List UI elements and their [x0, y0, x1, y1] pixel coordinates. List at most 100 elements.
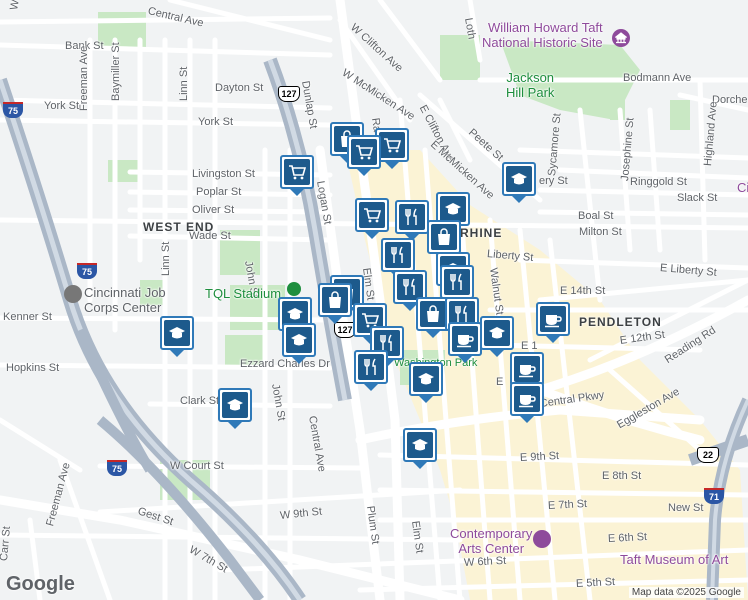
- shopping-cart-icon: [384, 138, 401, 153]
- shopping-pin[interactable]: [318, 283, 352, 324]
- poi-label: National Historic Site: [482, 35, 603, 50]
- restaurant-pin[interactable]: [440, 265, 474, 306]
- google-logo: Google: [6, 573, 75, 595]
- fork-knife-icon: [403, 278, 415, 295]
- street-label: New St: [668, 502, 704, 514]
- shopping-pin[interactable]: [427, 220, 461, 261]
- landmark-icon[interactable]: [612, 29, 630, 47]
- poi-contemporary-arts-center[interactable]: Contemporary Arts Center: [450, 526, 532, 556]
- us-22-shield: 22: [697, 447, 719, 463]
- graduation-cap-icon: [489, 327, 505, 339]
- fork-knife-icon: [455, 305, 467, 322]
- street-label: E 7th St: [547, 497, 588, 512]
- interstate-75-shield: 75: [77, 263, 97, 279]
- street-label: York St: [198, 116, 234, 128]
- neighborhood-label: WEST END: [143, 220, 215, 234]
- street-label: Linn St: [160, 241, 172, 276]
- coffee-cup-icon: [545, 315, 562, 328]
- grocery-pin[interactable]: [347, 135, 381, 176]
- street-label: Linn St: [178, 66, 190, 101]
- street-label: Kenner St: [3, 311, 52, 323]
- street-label: E 1: [521, 340, 538, 352]
- poi-taft-museum[interactable]: Taft Museum of Art: [620, 552, 728, 567]
- graduation-cap-icon: [445, 203, 461, 215]
- street-label: Poplar St: [196, 186, 242, 198]
- restaurant-pin[interactable]: [354, 350, 388, 391]
- street-label: Milton St: [579, 226, 622, 238]
- graduation-cap-icon: [287, 308, 303, 320]
- restaurant-pin[interactable]: [381, 238, 415, 279]
- grocery-pin[interactable]: [280, 155, 314, 196]
- poi-label: Jackson: [506, 70, 555, 85]
- fork-knife-icon: [450, 273, 462, 290]
- fork-knife-icon: [364, 358, 376, 375]
- street-label: Baymiller St: [110, 42, 122, 101]
- street-label: York St: [44, 100, 80, 112]
- street-label: Slack St: [677, 192, 718, 204]
- shopping-bag-icon: [329, 291, 341, 308]
- poi-taft-historic-site[interactable]: William Howard Taft National Historic Si…: [482, 20, 603, 50]
- poi-label: William Howard Taft: [488, 20, 603, 35]
- school-pin[interactable]: [282, 323, 316, 364]
- street-label: E 14th St: [560, 285, 606, 297]
- map-canvas[interactable]: 75 75 75 127 127 22 71 Central Ave Bank …: [0, 0, 748, 600]
- poi-tql-stadium[interactable]: TQL Stadium: [205, 286, 281, 301]
- shopping-cart-icon: [289, 165, 306, 180]
- school-pin[interactable]: [218, 388, 252, 429]
- street-label: Hopkins St: [6, 362, 60, 374]
- street-label: Freeman Ave: [78, 45, 90, 111]
- museum-icon[interactable]: [533, 530, 551, 548]
- poi-jackson-hill-park[interactable]: Jackson Hill Park: [506, 70, 554, 100]
- restaurant-pin[interactable]: [395, 200, 429, 241]
- poi-label: Cincinnati Job: [84, 285, 166, 300]
- graduation-cap-icon: [511, 173, 527, 185]
- graduation-cap-icon: [418, 373, 434, 385]
- shopping-bag-icon: [438, 228, 450, 245]
- street-label: Livingston St: [192, 168, 255, 180]
- fork-knife-icon: [391, 246, 403, 263]
- interstate-75-shield: 75: [107, 460, 127, 476]
- street-label: W Court St: [170, 460, 224, 472]
- shopping-bag-icon: [427, 305, 439, 322]
- map-attribution[interactable]: Map data ©2025 Google: [628, 587, 744, 598]
- poi-edge-label[interactable]: Ci: [737, 180, 748, 195]
- graduation-cap-icon: [291, 334, 307, 346]
- cafe-pin[interactable]: [510, 382, 544, 423]
- shopping-cart-icon: [356, 145, 373, 160]
- poi-label: Contemporary: [450, 526, 533, 541]
- cafe-pin[interactable]: [448, 322, 482, 363]
- fork-knife-icon: [405, 208, 417, 225]
- street-label: Boal St: [578, 210, 614, 222]
- school-pin[interactable]: [160, 316, 194, 357]
- street-label: Ezzard Charles Dr: [240, 358, 330, 370]
- cafe-pin[interactable]: [510, 352, 544, 393]
- neighborhood-label: RHINE: [460, 226, 503, 240]
- neighborhood-label: PENDLETON: [579, 315, 662, 329]
- coffee-cup-icon: [519, 365, 536, 378]
- street-label: E 5th St: [575, 575, 616, 590]
- school-pin[interactable]: [502, 162, 536, 203]
- graduation-cap-icon: [227, 399, 243, 411]
- school-pin[interactable]: [480, 316, 514, 357]
- street-label: Ringgold St: [630, 176, 687, 188]
- coffee-cup-icon: [457, 335, 474, 348]
- street-label: Oliver St: [192, 204, 235, 216]
- poi-job-corps-center[interactable]: Cincinnati Job Corps Center: [84, 285, 166, 315]
- park-area: [670, 100, 690, 130]
- interstate-75-shield: 75: [3, 102, 23, 118]
- poi-label: Arts Center: [458, 541, 525, 556]
- stadium-icon[interactable]: [287, 282, 301, 296]
- poi-label: Corps Center: [84, 300, 162, 315]
- graduation-cap-icon: [412, 439, 428, 451]
- us-127-shield: 127: [278, 86, 300, 102]
- building-icon[interactable]: [64, 285, 82, 303]
- grocery-pin[interactable]: [355, 198, 389, 239]
- school-pin[interactable]: [403, 428, 437, 469]
- cafe-pin[interactable]: [536, 302, 570, 343]
- poi-label: Hill Park: [506, 85, 555, 100]
- street-label: Dayton St: [215, 82, 264, 94]
- school-pin[interactable]: [409, 362, 443, 403]
- coffee-cup-icon: [519, 395, 536, 408]
- street-label: E 9th St: [519, 449, 560, 464]
- street-label: Clark St: [180, 395, 220, 407]
